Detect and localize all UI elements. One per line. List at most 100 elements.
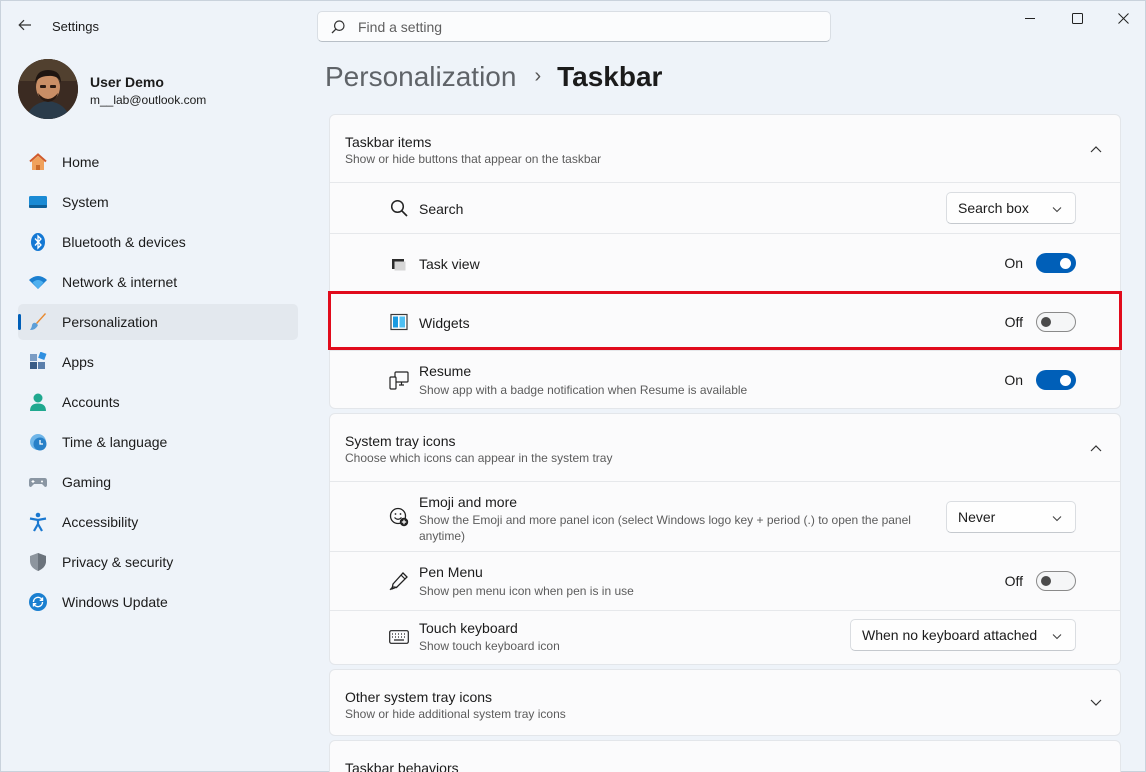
dropdown-value: Search box xyxy=(958,200,1029,216)
section-subtitle: Show or hide buttons that appear on the … xyxy=(345,152,602,166)
settings-window: Settings Find a setting User Demo m__lab… xyxy=(0,0,1146,772)
wifi-icon xyxy=(28,272,48,292)
system-tray-section: System tray icons Choose which icons can… xyxy=(329,413,1121,665)
sidebar-item-personalization[interactable]: Personalization xyxy=(18,304,298,340)
row-subtitle: Show pen menu icon when pen is in use xyxy=(419,584,634,598)
resume-toggle-group: On xyxy=(1004,370,1076,390)
dropdown-value: Never xyxy=(958,509,996,525)
taskbar-behaviors-section: Taskbar behaviors xyxy=(329,740,1121,772)
emoji-row: Emoji and more Show the Emoji and more p… xyxy=(330,482,1120,552)
chevron-down-icon xyxy=(1052,634,1062,640)
sidebar-item-privacy[interactable]: Privacy & security xyxy=(18,544,298,580)
sidebar-item-windows-update[interactable]: Windows Update xyxy=(18,584,298,620)
toggle-knob xyxy=(1041,317,1051,327)
clock-icon xyxy=(28,432,48,452)
sidebar-item-label: Accounts xyxy=(62,394,120,410)
sidebar-item-label: Accessibility xyxy=(62,514,139,530)
search-box[interactable] xyxy=(317,11,831,42)
row-title: Task view xyxy=(419,256,480,272)
sidebar-item-gaming[interactable]: Gaming xyxy=(18,464,298,500)
row-title: Emoji and more xyxy=(419,494,518,510)
app-title: Settings xyxy=(52,19,99,34)
pen-menu-toggle[interactable] xyxy=(1036,571,1076,591)
accounts-icon xyxy=(28,392,48,412)
sidebar-item-apps[interactable]: Apps xyxy=(18,344,298,380)
section-title: System tray icons xyxy=(345,433,456,449)
emoji-dropdown[interactable]: Never xyxy=(946,501,1076,533)
page-title: Taskbar xyxy=(557,61,663,92)
sidebar-item-network[interactable]: Network & internet xyxy=(18,264,298,300)
pen-icon xyxy=(389,571,409,591)
maximize-icon xyxy=(1071,12,1083,24)
sidebar-item-label: System xyxy=(62,194,109,210)
accessibility-icon xyxy=(28,512,48,532)
task-view-toggle[interactable] xyxy=(1036,253,1076,273)
section-subtitle: Choose which icons can appear in the sys… xyxy=(345,451,613,465)
chevron-down-icon xyxy=(1052,207,1062,213)
search-mode-dropdown[interactable]: Search box xyxy=(946,192,1076,224)
task-view-icon xyxy=(389,254,409,274)
back-button[interactable] xyxy=(13,13,37,37)
user-name: User Demo xyxy=(90,74,164,90)
sidebar-nav: Home System Bluetooth & devices Network … xyxy=(18,144,298,624)
sidebar-item-label: Personalization xyxy=(62,314,158,330)
chevron-down-icon xyxy=(1052,516,1062,522)
sidebar-item-accessibility[interactable]: Accessibility xyxy=(18,504,298,540)
resume-row: Resume Show app with a badge notificatio… xyxy=(330,351,1120,410)
sidebar-item-home[interactable]: Home xyxy=(18,144,298,180)
taskbar-behaviors-header[interactable]: Taskbar behaviors xyxy=(330,741,1120,772)
resume-toggle[interactable] xyxy=(1036,370,1076,390)
breadcrumb-parent[interactable]: Personalization xyxy=(325,61,516,92)
close-icon xyxy=(1117,12,1129,24)
chevron-down-icon[interactable] xyxy=(1088,695,1104,711)
row-title: Resume xyxy=(419,363,472,379)
pen-menu-toggle-group: Off xyxy=(1005,571,1076,591)
touch-keyboard-row: Touch keyboard Show touch keyboard icon … xyxy=(330,611,1120,664)
search-setting-row: Search Search box xyxy=(330,183,1120,234)
sidebar-item-system[interactable]: System xyxy=(18,184,298,220)
sidebar-item-label: Gaming xyxy=(62,474,112,490)
row-subtitle: Show app with a badge notification when … xyxy=(419,383,748,397)
maximize-button[interactable] xyxy=(1054,5,1100,31)
row-title: Widgets xyxy=(419,315,470,331)
widgets-icon xyxy=(389,312,409,332)
system-tray-header[interactable]: System tray icons Choose which icons can… xyxy=(330,414,1120,482)
breadcrumb-separator: › xyxy=(534,65,542,87)
chevron-up-icon[interactable] xyxy=(1088,141,1104,157)
widgets-toggle[interactable] xyxy=(1036,312,1076,332)
task-view-toggle-group: On xyxy=(1004,253,1076,273)
toggle-knob xyxy=(1060,258,1071,269)
sidebar-item-accounts[interactable]: Accounts xyxy=(18,384,298,420)
toggle-state-label: Off xyxy=(1004,314,1023,330)
sidebar-item-label: Apps xyxy=(62,354,94,370)
back-arrow-icon xyxy=(18,19,31,31)
sidebar-item-label: Network & internet xyxy=(62,274,178,290)
apps-icon xyxy=(28,352,48,372)
search-icon xyxy=(330,19,346,35)
search-input[interactable] xyxy=(358,18,798,35)
section-subtitle: Show or hide additional system tray icon… xyxy=(345,707,566,721)
close-button[interactable] xyxy=(1100,5,1146,31)
taskbar-items-section: Taskbar items Show or hide buttons that … xyxy=(329,114,1121,409)
gamepad-icon xyxy=(28,472,48,492)
title-bar: Settings xyxy=(1,1,1145,51)
task-view-row: Task view On xyxy=(330,234,1120,293)
row-title: Search xyxy=(419,201,464,217)
emoji-icon xyxy=(389,507,409,527)
toggle-state-label: Off xyxy=(1004,573,1023,589)
other-tray-header[interactable]: Other system tray icons Show or hide add… xyxy=(330,670,1120,738)
home-icon xyxy=(28,152,48,172)
touch-keyboard-dropdown[interactable]: When no keyboard attached xyxy=(850,619,1076,651)
row-subtitle: Show the Emoji and more panel icon (sele… xyxy=(419,513,911,543)
taskbar-items-header[interactable]: Taskbar items Show or hide buttons that … xyxy=(330,115,1120,183)
sidebar-item-bluetooth[interactable]: Bluetooth & devices xyxy=(18,224,298,260)
sidebar-item-time-language[interactable]: Time & language xyxy=(18,424,298,460)
chevron-up-icon[interactable] xyxy=(1088,440,1104,456)
section-title: Taskbar behaviors xyxy=(345,760,459,772)
pen-menu-row: Pen Menu Show pen menu icon when pen is … xyxy=(330,552,1120,611)
user-email: m__lab@outlook.com xyxy=(90,93,207,107)
other-tray-section: Other system tray icons Show or hide add… xyxy=(329,669,1121,736)
sidebar-item-label: Privacy & security xyxy=(62,554,174,570)
keyboard-icon xyxy=(389,627,409,647)
minimize-button[interactable] xyxy=(1007,5,1053,31)
